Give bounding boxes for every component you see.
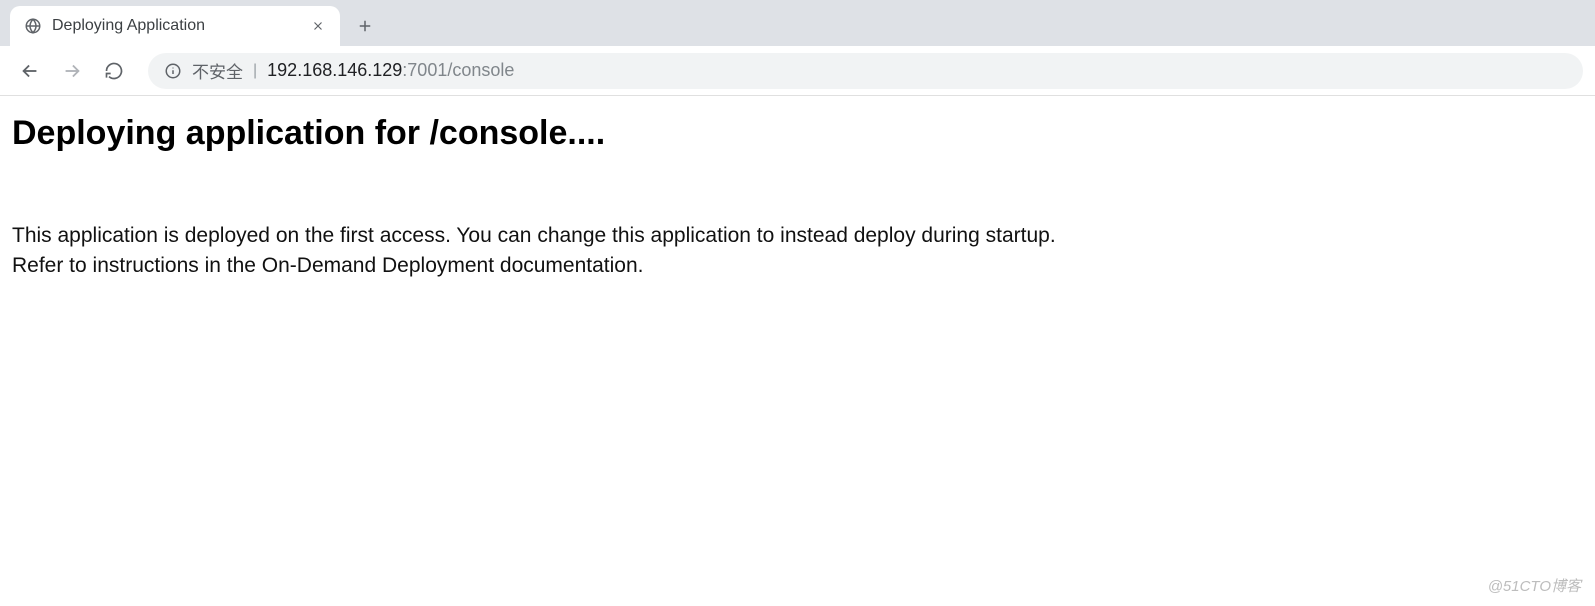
info-icon	[164, 62, 182, 80]
close-tab-button[interactable]	[310, 18, 326, 34]
address-bar[interactable]: 不安全 | 192.168.146.129:7001/console	[148, 53, 1583, 89]
toolbar: 不安全 | 192.168.146.129:7001/console	[0, 46, 1595, 96]
forward-button[interactable]	[54, 53, 90, 89]
page-heading: Deploying application for /console....	[12, 114, 1583, 153]
tab-strip: Deploying Application	[0, 0, 1595, 46]
url-text[interactable]: 192.168.146.129:7001/console	[267, 60, 1567, 81]
body-line-2: Refer to instructions in the On-Demand D…	[12, 254, 644, 277]
body-line-1: This application is deployed on the firs…	[12, 224, 1056, 247]
globe-icon	[24, 17, 42, 35]
separator: |	[253, 62, 257, 80]
url-path: /console	[447, 60, 514, 80]
watermark: @51CTO博客	[1488, 575, 1581, 596]
url-port: :7001	[402, 60, 447, 80]
tab-title: Deploying Application	[52, 17, 300, 35]
url-host: 192.168.146.129	[267, 60, 402, 80]
new-tab-button[interactable]	[350, 11, 380, 41]
browser-tab[interactable]: Deploying Application	[10, 6, 340, 46]
reload-button[interactable]	[96, 53, 132, 89]
page-content: Deploying application for /console.... T…	[0, 96, 1595, 300]
security-status: 不安全	[192, 58, 243, 83]
back-button[interactable]	[12, 53, 48, 89]
